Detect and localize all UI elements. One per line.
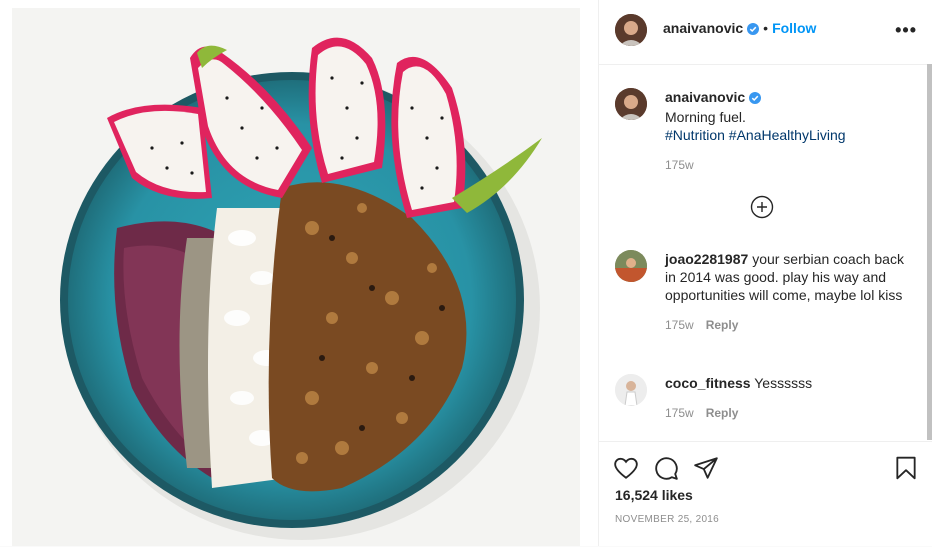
more-options-icon[interactable]: •••	[895, 20, 917, 41]
comment-item: joao2281987 your serbian coach back in 2…	[615, 250, 915, 350]
post-sidebar: anaivanovic • Follow ••• anaivanovic Morni…	[598, 0, 932, 546]
follow-button[interactable]: Follow	[772, 20, 816, 36]
acai-bowl-image	[12, 8, 580, 546]
post-date[interactable]: NOVEMBER 25, 2016	[615, 514, 719, 525]
comment-age: 175w	[665, 406, 694, 420]
author-username[interactable]: anaivanovic	[663, 20, 743, 36]
caption-username[interactable]: anaivanovic	[665, 89, 745, 105]
comments-scrollbar[interactable]	[927, 64, 932, 440]
scrollbar-thumb[interactable]	[927, 64, 932, 440]
commenter-avatar[interactable]	[615, 374, 647, 406]
post-header: anaivanovic • Follow •••	[599, 0, 932, 65]
avatar-icon	[615, 88, 647, 120]
verified-badge-icon	[749, 90, 762, 108]
comment-body: joao2281987 your serbian coach back in 2…	[665, 250, 915, 334]
comment-username[interactable]: coco_fitness	[665, 375, 751, 391]
avatar-icon	[615, 250, 647, 282]
verified-badge-icon	[747, 22, 760, 38]
comments-list[interactable]: anaivanovic Morning fuel. #Nutrition #An…	[599, 64, 932, 440]
comment-item: coco_fitness Yessssss 175w Reply	[615, 374, 915, 434]
avatar-icon	[615, 374, 647, 406]
avatar-icon	[615, 14, 647, 46]
commenter-avatar[interactable]	[615, 250, 647, 282]
comment-body: coco_fitness Yessssss 175w Reply	[665, 374, 915, 422]
action-bar: 16,524 likes NOVEMBER 25, 2016	[599, 441, 932, 547]
author-avatar[interactable]	[615, 14, 647, 46]
caption-hashtags[interactable]: #Nutrition #AnaHealthyLiving	[665, 126, 915, 144]
caption-age: 175w	[665, 158, 694, 172]
caption-body: anaivanovic Morning fuel. #Nutrition #An…	[665, 88, 915, 174]
save-icon[interactable]	[893, 455, 919, 481]
separator-dot: •	[763, 20, 769, 36]
caption-avatar[interactable]	[615, 88, 647, 120]
share-icon[interactable]	[693, 455, 719, 481]
post-photo[interactable]	[12, 8, 580, 546]
instagram-post: anaivanovic • Follow ••• anaivanovic Morni…	[0, 0, 932, 546]
header-meta: anaivanovic • Follow	[663, 20, 816, 38]
caption-text: Morning fuel.	[665, 109, 746, 125]
caption-entry: anaivanovic Morning fuel. #Nutrition #An…	[615, 88, 915, 178]
comment-icon[interactable]	[653, 455, 679, 481]
reply-button[interactable]: Reply	[706, 406, 739, 420]
load-more-comments-icon[interactable]	[750, 195, 774, 219]
comment-age: 175w	[665, 318, 694, 332]
heart-icon[interactable]	[613, 455, 639, 481]
comment-username[interactable]: joao2281987	[665, 251, 748, 267]
comment-text: Yessssss	[754, 375, 813, 391]
reply-button[interactable]: Reply	[706, 318, 739, 332]
likes-count[interactable]: 16,524 likes	[615, 487, 693, 503]
